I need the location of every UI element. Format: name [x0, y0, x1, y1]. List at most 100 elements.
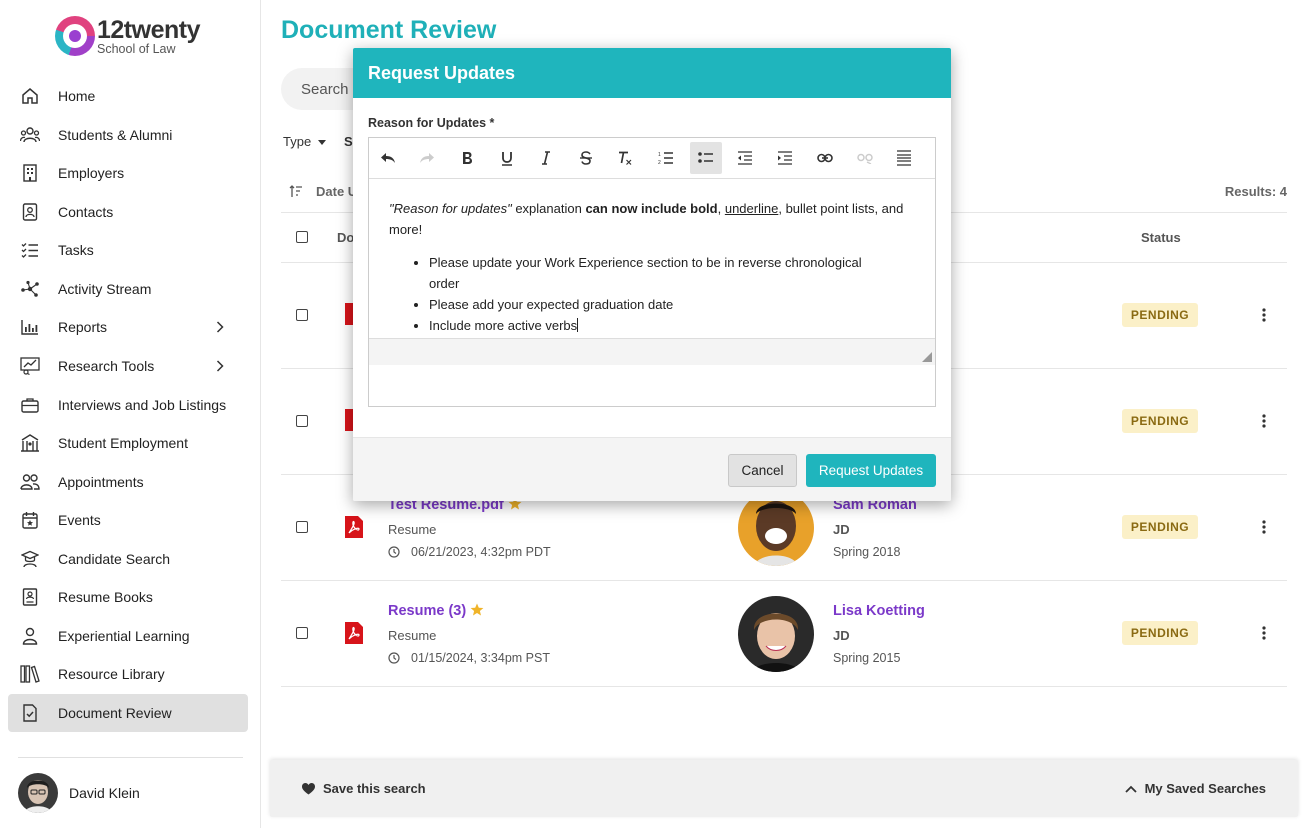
student-avatar[interactable]	[738, 490, 814, 566]
sidebar-item-document-review[interactable]: Document Review	[8, 694, 248, 732]
unlink-button[interactable]	[849, 142, 881, 174]
calendar-icon	[20, 510, 40, 530]
sidebar-item-appointments[interactable]: Appointments	[8, 463, 248, 501]
clock-icon	[388, 546, 400, 558]
text-cursor	[577, 318, 579, 332]
document-check-icon	[20, 703, 40, 723]
sidebar-item-research-tools[interactable]: Research Tools	[8, 347, 248, 385]
sidebar-item-students-alumni[interactable]: Students & Alumni	[8, 116, 248, 154]
outdent-icon	[738, 151, 752, 165]
network-icon	[20, 279, 40, 299]
sort-icon[interactable]	[289, 185, 303, 198]
chevron-up-icon	[1124, 785, 1137, 793]
user-profile[interactable]: David Klein	[18, 773, 140, 813]
sidebar-item-interviews-job-listings[interactable]: Interviews and Job Listings	[8, 386, 248, 424]
link-button[interactable]	[809, 142, 841, 174]
redo-button[interactable]	[411, 142, 443, 174]
bulleted-list-button[interactable]	[690, 142, 722, 174]
intro-text-2: ,	[717, 201, 725, 216]
sidebar-item-label: Interviews and Job Listings	[58, 397, 227, 413]
filter-type-dropdown[interactable]: Type	[283, 134, 326, 149]
bold-button[interactable]	[451, 142, 483, 174]
sidebar-item-employers[interactable]: Employers	[8, 154, 248, 192]
more-options-icon[interactable]	[1261, 626, 1267, 640]
underline-icon	[502, 151, 512, 166]
logo-name: 12twenty	[97, 16, 200, 44]
link-icon	[817, 153, 833, 163]
increase-indent-button[interactable]	[769, 142, 801, 174]
reason-field-label: Reason for Updates *	[368, 116, 495, 130]
save-search-button[interactable]: Save this search	[302, 781, 426, 796]
svg-text:2: 2	[658, 160, 661, 165]
row-checkbox[interactable]	[296, 521, 308, 533]
row-checkbox[interactable]	[296, 309, 308, 321]
sort-label[interactable]: Date U	[316, 184, 357, 199]
date-text: 06/21/2023, 4:32pm PDT	[411, 545, 551, 559]
document-type: Resume	[388, 628, 437, 643]
sidebar-item-events[interactable]: Events	[8, 501, 248, 539]
resize-handle-icon[interactable]	[922, 352, 932, 362]
more-options-icon[interactable]	[1261, 414, 1267, 428]
sidebar-item-label: Appointments	[58, 474, 144, 490]
results-count: Results: 4	[1224, 184, 1287, 199]
building-icon	[20, 163, 40, 183]
row-checkbox[interactable]	[296, 415, 308, 427]
sidebar-item-label: Resume Books	[58, 589, 153, 605]
numbered-list-button[interactable]: 12	[650, 142, 682, 174]
italic-button[interactable]	[530, 142, 562, 174]
cancel-button[interactable]: Cancel	[728, 454, 797, 487]
sidebar-item-resource-library[interactable]: Resource Library	[8, 655, 248, 693]
sidebar-item-label: Research Tools	[58, 358, 155, 374]
row-checkbox[interactable]	[296, 627, 308, 639]
sidebar-item-tasks[interactable]: Tasks	[8, 231, 248, 269]
heart-icon	[302, 782, 315, 794]
student-term: Spring 2015	[833, 651, 901, 665]
column-header-status[interactable]: Status	[1141, 230, 1181, 245]
underline-button[interactable]	[491, 142, 523, 174]
editor-content[interactable]: "Reason for updates" explanation can now…	[389, 198, 919, 336]
italic-icon	[542, 151, 550, 165]
sidebar-item-candidate-search[interactable]: Candidate Search	[8, 540, 248, 578]
horizontal-rule-button[interactable]	[888, 142, 920, 174]
column-header-document[interactable]: Do	[337, 230, 354, 245]
document-title-link[interactable]: Resume (3)	[388, 603, 484, 619]
svg-text:1: 1	[658, 152, 661, 158]
sidebar-item-activity-stream[interactable]: Activity Stream	[8, 270, 248, 308]
rich-text-editor[interactable]: 12 "Reason for updates" explanation can …	[368, 137, 936, 407]
request-updates-button[interactable]: Request Updates	[806, 454, 936, 487]
star-icon[interactable]	[470, 603, 484, 616]
strikethrough-button[interactable]	[570, 142, 602, 174]
select-all-checkbox[interactable]	[296, 231, 308, 243]
more-options-icon[interactable]	[1261, 308, 1267, 322]
bullet-list: Please update your Work Experience secti…	[429, 252, 919, 336]
app-logo[interactable]: 12twenty School of Law	[55, 16, 215, 58]
avatar	[18, 773, 58, 813]
sidebar-item-resume-books[interactable]: Resume Books	[8, 578, 248, 616]
status-badge: PENDING	[1122, 409, 1198, 433]
clear-formatting-button[interactable]	[609, 142, 641, 174]
library-icon	[20, 664, 40, 684]
chevron-right-icon[interactable]	[216, 320, 224, 338]
student-avatar[interactable]	[738, 596, 814, 672]
document-date: 06/21/2023, 4:32pm PDT	[388, 545, 551, 559]
sidebar-item-label: Students & Alumni	[58, 127, 173, 143]
sidebar-item-contacts[interactable]: Contacts	[8, 193, 248, 231]
my-saved-searches-toggle[interactable]: My Saved Searches	[1124, 781, 1266, 796]
sidebar-item-label: Activity Stream	[58, 281, 152, 297]
sidebar-item-student-employment[interactable]: Student Employment	[8, 424, 248, 462]
sidebar-item-reports[interactable]: Reports	[8, 308, 248, 346]
sidebar-item-home[interactable]: Home	[8, 77, 248, 115]
intro-underline: underline	[724, 201, 779, 216]
redo-icon	[420, 153, 434, 163]
table-row[interactable]: Resume (3) Resume 01/15/2024, 3:34pm PST…	[281, 581, 1287, 687]
intro-italic: "Reason for updates"	[389, 201, 512, 216]
student-name-link[interactable]: Lisa Koetting	[833, 603, 925, 619]
decrease-indent-button[interactable]	[729, 142, 761, 174]
sidebar-item-experiential-learning[interactable]: Experiential Learning	[8, 617, 248, 655]
more-options-icon[interactable]	[1261, 520, 1267, 534]
sidebar-item-label: Tasks	[58, 242, 94, 258]
chevron-right-icon[interactable]	[216, 359, 224, 377]
filter-second-dropdown[interactable]: S	[344, 134, 353, 149]
sidebar-item-label: Document Review	[58, 705, 172, 721]
undo-button[interactable]	[372, 142, 404, 174]
